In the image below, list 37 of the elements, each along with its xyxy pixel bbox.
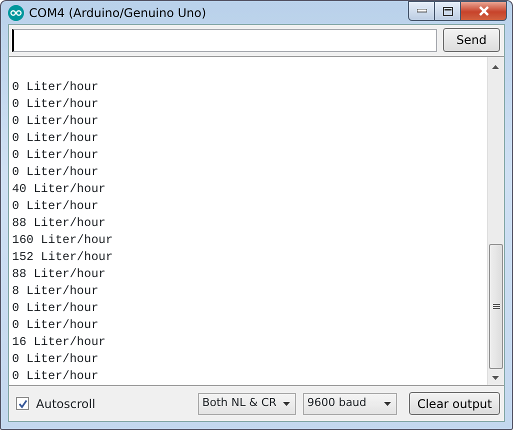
caret-icon (283, 402, 290, 406)
send-button[interactable]: Send (443, 28, 500, 52)
maximize-button[interactable] (435, 1, 461, 21)
output-line: 0 Liter/hour (12, 114, 98, 128)
baud-rate-dropdown[interactable]: 9600 baud (303, 392, 398, 414)
output-line: 88 Liter/hour (12, 216, 106, 230)
output-line: 40 Liter/hour (12, 182, 106, 196)
autoscroll-checkbox[interactable] (16, 397, 29, 410)
line-ending-dropdown[interactable]: Both NL & CR (198, 392, 296, 414)
output-line: 16 Liter/hour (12, 335, 106, 349)
output-line: 160 Liter/hour (12, 233, 113, 247)
output-line: 0 Liter/hour (12, 80, 98, 94)
output-line: 152 Liter/hour (12, 250, 113, 264)
output-line: 0 Liter/hour (12, 148, 98, 162)
app-logo-icon (8, 4, 24, 20)
close-button[interactable] (461, 1, 507, 21)
minimize-icon (416, 9, 426, 13)
output-line: 0 Liter/hour (12, 301, 98, 315)
output-line: 0 Liter/hour (12, 165, 98, 179)
maximize-icon (442, 6, 452, 16)
scroll-thumb[interactable] (489, 244, 503, 369)
output-line: 0 Liter/hour (12, 352, 98, 366)
output-line: 0 Liter/hour (12, 318, 98, 332)
scrollbar[interactable] (487, 57, 504, 385)
close-icon (478, 6, 490, 16)
output-line: 0 Liter/hour (12, 199, 98, 213)
caret-icon (384, 402, 392, 406)
output-line: 8 Liter/hour (12, 284, 98, 298)
autoscroll-label: Autoscroll (36, 396, 96, 412)
window-title: COM4 (Arduino/Genuino Uno) (29, 4, 206, 22)
minimize-button[interactable] (408, 1, 435, 21)
output-line: 0 Liter/hour (12, 131, 98, 145)
output-line: 88 Liter/hour (12, 267, 106, 281)
output-line: 0 Liter/hour (12, 369, 98, 383)
clear-output-button[interactable]: Clear output (409, 392, 500, 415)
message-input-field[interactable] (12, 28, 437, 52)
output-line: 0 Liter/hour (12, 97, 98, 111)
